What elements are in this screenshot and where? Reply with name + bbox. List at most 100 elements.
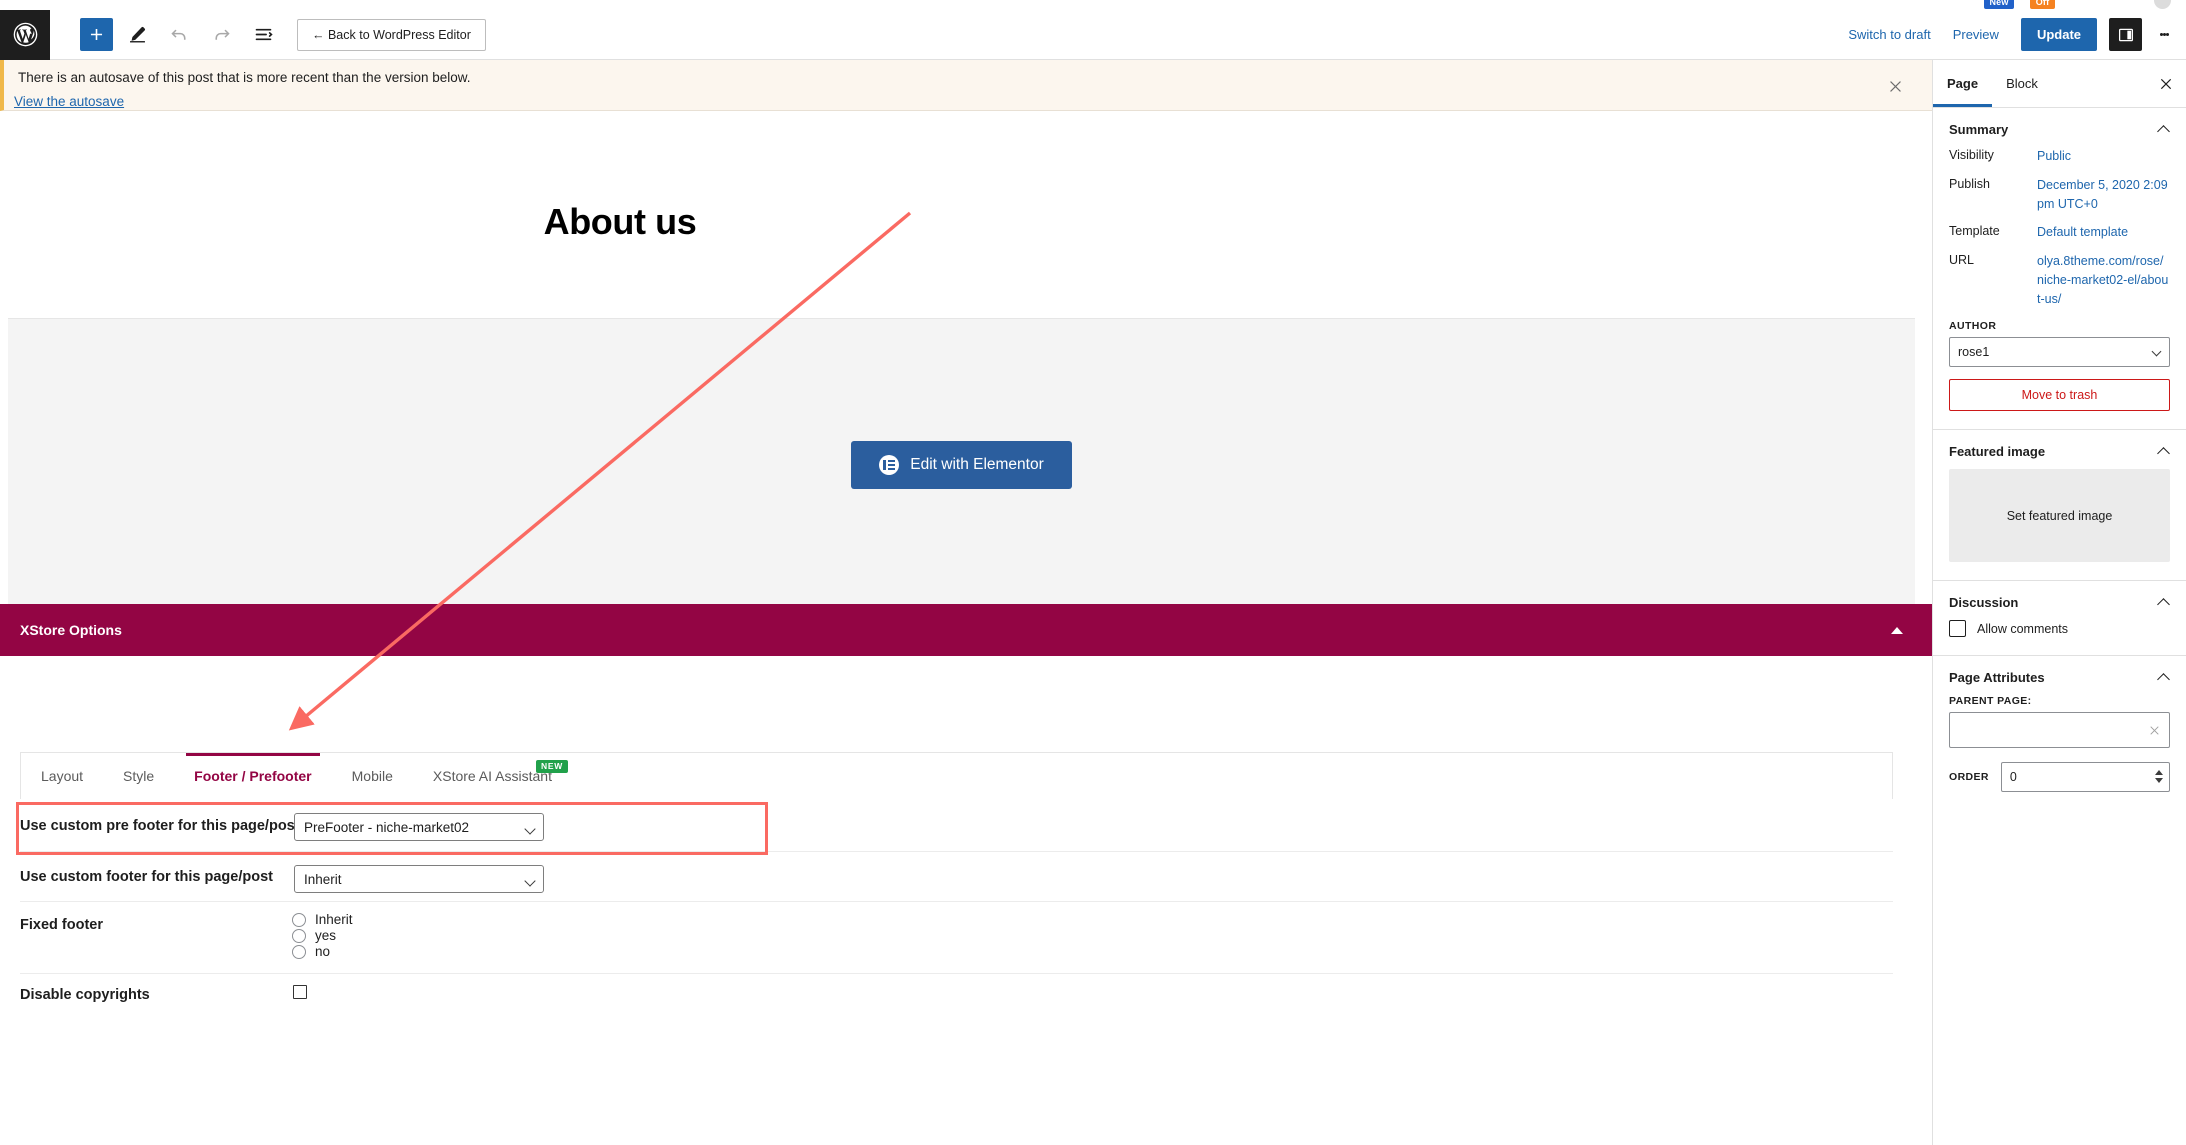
allow-comments-label: Allow comments (1977, 621, 2068, 636)
autosave-notice: There is an autosave of this post that i… (0, 60, 1932, 111)
xstore-options-title: XStore Options (20, 622, 122, 638)
set-featured-image-button[interactable]: Set featured image (1949, 469, 2170, 563)
panel-discussion-header[interactable]: Discussion (1949, 595, 2170, 612)
fixed-footer-radio-no[interactable]: no (292, 944, 330, 959)
url-value[interactable]: olya.8theme.com/rose/niche-market02-el/a… (2037, 252, 2170, 308)
parent-page-input[interactable] (1949, 712, 2170, 749)
allow-comments-checkbox[interactable] (1949, 620, 1966, 638)
undo-icon[interactable] (161, 17, 197, 53)
settings-panel-toggle-icon[interactable] (2109, 18, 2142, 51)
panel-page-attributes-title: Page Attributes (1949, 670, 2045, 686)
view-the-autosave-link[interactable]: View the autosave (14, 94, 124, 109)
number-spinner[interactable] (2155, 770, 2163, 784)
fixed-footer-label: Fixed footer (20, 917, 103, 933)
parent-page-label: PARENT PAGE: (1949, 695, 2032, 708)
summary-key: Template (1949, 224, 2000, 239)
order-input[interactable]: 0 (2000, 762, 2170, 793)
chevron-down-icon (524, 875, 536, 887)
close-icon[interactable] (2152, 70, 2180, 98)
pre-footer-select[interactable]: PreFooter - niche-market02 (294, 813, 544, 841)
summary-row-visibility: Visibility Public (1949, 147, 2170, 166)
xstore-tab-label: Footer / Prefooter (194, 768, 312, 784)
pre-footer-select-value: PreFooter - niche-market02 (304, 819, 470, 835)
clear-icon[interactable] (2148, 724, 2161, 737)
panel-discussion: Discussion Allow comments (1933, 581, 2186, 657)
summary-row-url: URL olya.8theme.com/rose/niche-market02-… (1949, 252, 2170, 308)
footer-select[interactable]: Inherit (294, 865, 544, 893)
toolbar-right-group: Switch to draft Preview Update (1848, 10, 2186, 59)
order-label: ORDER (1949, 771, 1989, 784)
autosave-notice-text: There is an autosave of this post that i… (18, 70, 471, 85)
xstore-tab-label: Style (123, 768, 155, 784)
chevron-up-icon[interactable] (1886, 619, 1908, 641)
chevron-up-icon (2157, 598, 2170, 612)
settings-sidebar: Page Block Summary Visibility Public Pub… (1932, 60, 2186, 1145)
summary-key: URL (1949, 253, 1975, 267)
browser-profile-avatar[interactable] (2154, 0, 2171, 9)
document-overview-icon[interactable] (245, 17, 281, 53)
publish-value[interactable]: December 5, 2020 2:09 pm UTC+0 (2037, 176, 2170, 214)
panel-page-attributes-header[interactable]: Page Attributes (1949, 670, 2170, 687)
disable-copyrights-label: Disable copyrights (20, 987, 150, 1003)
summary-row-publish: Publish December 5, 2020 2:09 pm UTC+0 (1949, 176, 2170, 214)
xstore-tab-layout[interactable]: Layout (21, 753, 103, 799)
xstore-tab-xstore-ai-assistant[interactable]: XStore AI Assistant NEW (413, 753, 572, 799)
move-to-trash-button[interactable]: Move to trash (1949, 379, 2170, 412)
kebab-dot (2165, 33, 2169, 36)
summary-key: Publish (1949, 176, 1990, 191)
options-kebab-menu-icon[interactable] (2150, 18, 2178, 51)
preview-button[interactable]: Preview (1953, 27, 1999, 42)
disable-copyrights-checkbox[interactable] (293, 985, 307, 999)
xstore-tab-style[interactable]: Style (103, 753, 174, 799)
editor-canvas: About us Edit with Elementor XStore Opti… (0, 111, 1932, 1145)
author-select[interactable]: rose1 (1949, 337, 2170, 368)
update-button[interactable]: Update (2020, 18, 2097, 51)
visibility-value[interactable]: Public (2037, 147, 2071, 166)
xstore-tab-mobile[interactable]: Mobile (332, 753, 413, 799)
allow-comments-row[interactable]: Allow comments (1949, 620, 2170, 638)
edit-tools-pencil-icon[interactable] (119, 17, 155, 53)
panel-featured-image-title: Featured image (1949, 444, 2046, 460)
spinner-down-icon[interactable] (2155, 778, 2163, 784)
chevron-up-icon (2157, 125, 2170, 138)
back-to-wordpress-editor-button[interactable]: ← Back to WordPress Editor (297, 18, 486, 51)
panel-featured-image-header[interactable]: Featured image (1949, 444, 2170, 461)
radio-circle (292, 928, 306, 943)
panel-summary-header[interactable]: Summary (1949, 122, 2170, 138)
panel-discussion-title: Discussion (1949, 595, 2019, 611)
template-value[interactable]: Default template (2037, 223, 2128, 242)
elementor-logo-icon (879, 455, 900, 475)
chevron-down-icon (2151, 346, 2162, 357)
edit-with-elementor-button[interactable]: Edit with Elementor (851, 441, 1072, 489)
add-block-button[interactable] (80, 18, 113, 51)
elementor-placeholder-block[interactable]: Edit with Elementor (8, 318, 1915, 612)
chevron-down-icon (524, 823, 536, 835)
caret-up-shape (1891, 626, 1903, 634)
xstore-tab-footer-prefooter[interactable]: Footer / Prefooter (174, 753, 331, 799)
xstore-row-pre-footer: Use custom pre footer for this page/post… (20, 799, 1893, 852)
footer-label: Use custom footer for this page/post (20, 869, 273, 885)
panel-featured-image: Featured image Set featured image (1933, 430, 2186, 582)
fixed-footer-radio-yes[interactable]: yes (292, 928, 336, 943)
xstore-row-fixed-footer: Fixed footer Inherit yes no (20, 902, 1893, 974)
spinner-up-icon[interactable] (2155, 770, 2163, 776)
wordpress-logo-icon[interactable] (0, 9, 50, 60)
xstore-tab-label: Layout (41, 768, 84, 784)
page-title[interactable]: About us (0, 201, 1240, 243)
order-value: 0 (2009, 770, 2017, 785)
panel-summary-title: Summary (1949, 122, 2009, 137)
author-select-value: rose1 (1958, 345, 1990, 360)
tab-block[interactable]: Block (1992, 60, 2052, 107)
tab-page[interactable]: Page (1933, 60, 1993, 107)
close-icon[interactable] (1880, 71, 1910, 101)
radio-label: no (315, 944, 331, 959)
switch-to-draft-button[interactable]: Switch to draft (1848, 27, 1930, 42)
fixed-footer-radio-inherit[interactable]: Inherit (292, 912, 353, 927)
xstore-options-header[interactable]: XStore Options (0, 604, 1932, 656)
pre-footer-label: Use custom pre footer for this page/post (20, 818, 300, 834)
editor-toolbar: ← Back to WordPress Editor Switch to dra… (0, 9, 2186, 60)
order-row: ORDER 0 (1949, 762, 2170, 793)
summary-key: Visibility (1949, 148, 1994, 162)
redo-icon[interactable] (203, 17, 239, 53)
footer-select-value: Inherit (304, 871, 342, 887)
